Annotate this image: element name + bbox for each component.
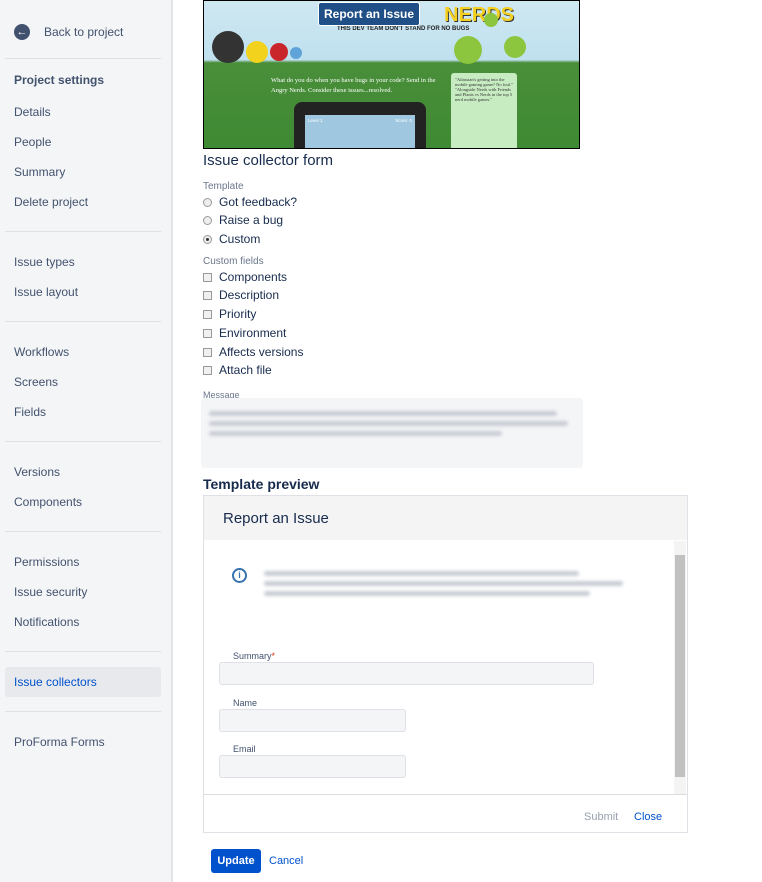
checkbox-components[interactable]: Components xyxy=(203,270,287,284)
update-button[interactable]: Update xyxy=(211,849,261,873)
template-preview-title: Template preview xyxy=(203,476,320,492)
sidebar-item-fields[interactable]: Fields xyxy=(5,397,161,427)
preview-scrollbar[interactable] xyxy=(674,541,686,794)
template-preview-dialog: Report an Issue i Summary* Name Email Su… xyxy=(203,495,688,833)
sidebar-item-delete-project[interactable]: Delete project xyxy=(5,187,161,217)
sidebar-item-versions[interactable]: Versions xyxy=(5,457,161,487)
info-icon: i xyxy=(232,568,247,583)
template-option-bug[interactable]: Raise a bug xyxy=(203,213,283,227)
close-button[interactable]: Close xyxy=(634,811,662,823)
dialog-title: Report an Issue xyxy=(204,496,687,540)
sidebar-item-notifications[interactable]: Notifications xyxy=(5,607,161,637)
report-issue-trigger-button[interactable]: Report an Issue xyxy=(318,2,421,26)
sidebar-item-screens[interactable]: Screens xyxy=(5,367,161,397)
message-textarea[interactable] xyxy=(201,398,583,468)
email-label: Email xyxy=(233,744,256,754)
template-option-custom[interactable]: Custom xyxy=(203,232,260,246)
name-input[interactable] xyxy=(219,709,406,732)
collector-banner-image: NERDS THIS DEV TEAM DON'T STAND FOR NO B… xyxy=(203,0,580,149)
summary-label: Summary* xyxy=(233,651,276,661)
back-label: Back to project xyxy=(44,25,124,39)
banner-text: What do you do when you have bugs in you… xyxy=(271,77,436,94)
checkbox-affects-versions[interactable]: Affects versions xyxy=(203,345,303,359)
sidebar-item-details[interactable]: Details xyxy=(5,97,161,127)
summary-input[interactable] xyxy=(219,662,594,685)
name-label: Name xyxy=(233,698,258,708)
checkbox-attach-file[interactable]: Attach file xyxy=(203,363,272,377)
checkbox-environment[interactable]: Environment xyxy=(203,326,286,340)
checkbox-description[interactable]: Description xyxy=(203,288,279,302)
sidebar-item-issue-security[interactable]: Issue security xyxy=(5,577,161,607)
sidebar-item-issue-collectors[interactable]: Issue collectors xyxy=(5,667,161,697)
back-to-project-link[interactable]: ← Back to project xyxy=(14,24,123,40)
sidebar: ← Back to project Project settings Detai… xyxy=(0,0,173,882)
checkbox-priority[interactable]: Priority xyxy=(203,307,256,321)
sidebar-item-proforma-forms[interactable]: ProForma Forms xyxy=(5,727,161,757)
custom-fields-label: Custom fields xyxy=(203,256,264,267)
template-label: Template xyxy=(203,181,244,192)
sidebar-item-summary[interactable]: Summary xyxy=(5,157,161,187)
sidebar-item-workflows[interactable]: Workflows xyxy=(5,337,161,367)
sidebar-item-issue-types[interactable]: Issue types xyxy=(5,247,161,277)
cancel-link[interactable]: Cancel xyxy=(269,855,303,867)
sidebar-heading: Project settings xyxy=(14,73,105,87)
sidebar-item-people[interactable]: People xyxy=(5,127,161,157)
submit-button[interactable]: Submit xyxy=(584,811,618,823)
form-title: Issue collector form xyxy=(203,152,334,169)
screen-level: Level 1 xyxy=(308,118,323,123)
banner-tagline: THIS DEV TEAM DON'T STAND FOR NO BUGS xyxy=(337,26,470,32)
sidebar-item-permissions[interactable]: Permissions xyxy=(5,547,161,577)
arrow-left-icon: ← xyxy=(14,24,30,40)
sidebar-item-issue-layout[interactable]: Issue layout xyxy=(5,277,161,307)
banner-logo: NERDS xyxy=(444,4,515,26)
email-input[interactable] xyxy=(219,755,406,778)
banner-quote: "Atlassian's getting into the mobile gam… xyxy=(451,73,517,148)
sidebar-item-components[interactable]: Components xyxy=(5,487,161,517)
screen-score: Score: 0 xyxy=(395,118,412,123)
template-option-feedback[interactable]: Got feedback? xyxy=(203,195,297,209)
